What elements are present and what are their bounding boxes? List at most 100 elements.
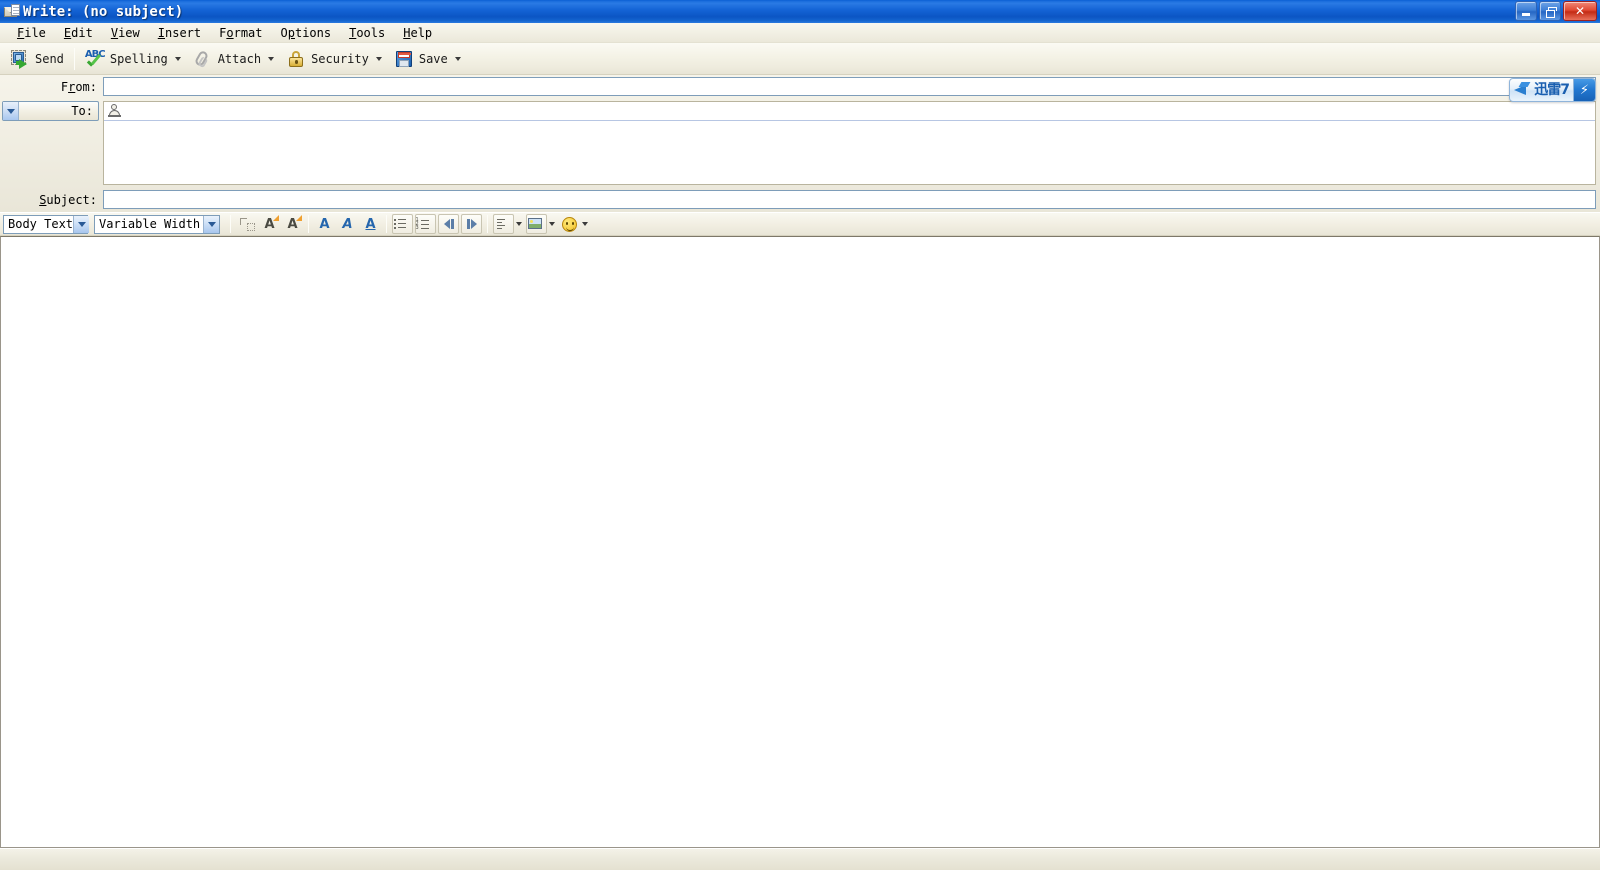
subject-input[interactable] (103, 190, 1596, 209)
format-separator (386, 215, 387, 233)
menu-item-help[interactable]: Help (394, 25, 441, 41)
save-label: Save (418, 51, 448, 66)
formatting-toolbar: Body Text Variable Width A A A A A 1 2 3 (0, 212, 1600, 236)
align-dropdown-arrow-icon[interactable] (516, 222, 522, 226)
italic-icon: A (342, 216, 353, 232)
contact-person-icon[interactable] (108, 103, 128, 119)
send-label: Send (35, 51, 64, 66)
title-bar: Write: (no subject) ✕ (0, 0, 1600, 23)
main-toolbar: Send ABC Spelling Attach Security Save (0, 43, 1600, 75)
numbered-list-icon: 1 2 3 (416, 218, 436, 231)
send-icon (10, 49, 30, 69)
save-button[interactable]: Save (389, 46, 468, 72)
spellcheck-icon: ABC (85, 49, 106, 69)
floppy-disk-icon (394, 49, 414, 69)
to-row: To: (0, 101, 1600, 185)
minimize-button[interactable] (1515, 1, 1537, 21)
subject-row: Subject: (0, 190, 1600, 212)
security-button[interactable]: Security (281, 46, 389, 72)
spelling-label: Spelling (109, 51, 168, 66)
smiley-dropdown-arrow-icon[interactable] (582, 222, 588, 226)
attach-label: Attach (217, 51, 262, 66)
menu-item-file[interactable]: File (8, 25, 55, 41)
menu-item-edit[interactable]: Edit (55, 25, 102, 41)
numbered-list-button[interactable]: 1 2 3 (415, 214, 436, 234)
menu-item-view[interactable]: View (102, 25, 149, 41)
send-button[interactable]: Send (5, 46, 69, 72)
to-input-row[interactable] (104, 102, 1595, 121)
menu-item-insert[interactable]: Insert (149, 25, 210, 41)
align-left-icon (494, 218, 514, 230)
smiley-button[interactable] (559, 214, 580, 234)
underline-icon: A (365, 216, 376, 232)
format-separator (487, 215, 488, 233)
font-family-value: Variable Width (99, 217, 201, 231)
status-bar (0, 848, 1600, 870)
to-field-type-button[interactable]: To: (2, 101, 99, 121)
save-dropdown-arrow-icon[interactable] (454, 56, 461, 61)
italic-button[interactable]: A (337, 214, 358, 234)
menu-item-options[interactable]: Options (272, 25, 341, 41)
format-separator (230, 215, 231, 233)
window-title: Write: (no subject) (23, 4, 184, 20)
restore-icon (1545, 6, 1557, 18)
text-color-icon: A (264, 214, 279, 231)
chevron-down-icon[interactable] (73, 215, 90, 233)
subject-label: Subject: (39, 193, 97, 207)
discontinuous-selection-button[interactable] (236, 214, 257, 234)
paragraph-style-value: Body Text (8, 217, 74, 231)
discontinuous-selection-icon (237, 214, 257, 234)
spelling-dropdown-arrow-icon[interactable] (174, 56, 181, 61)
highlight-color-icon: A (287, 214, 302, 231)
message-body-editor[interactable] (1, 237, 1599, 847)
paragraph-style-select[interactable]: Body Text (3, 214, 90, 234)
from-input[interactable] (103, 77, 1596, 96)
xunlei-bolt-button[interactable]: ⚡ (1573, 79, 1595, 101)
compose-message-icon (3, 3, 21, 20)
align-button[interactable] (493, 214, 514, 234)
window-controls: ✕ (1515, 1, 1597, 21)
chevron-down-icon[interactable] (203, 215, 219, 233)
paperclip-icon (193, 49, 213, 69)
security-dropdown-arrow-icon[interactable] (375, 56, 382, 61)
insert-image-button[interactable] (526, 214, 547, 234)
from-row: From: (0, 77, 1600, 96)
format-separator (308, 215, 309, 233)
bulleted-list-icon (393, 218, 413, 230)
font-family-select[interactable]: Variable Width (94, 214, 220, 234)
recipients-area[interactable] (103, 101, 1596, 185)
bullet-list-button[interactable] (392, 214, 413, 234)
attach-dropdown-arrow-icon[interactable] (268, 56, 275, 61)
xunlei-download-widget[interactable]: 迅雷7 ⚡ (1509, 78, 1596, 102)
message-body-container (0, 236, 1600, 848)
close-icon: ✕ (1574, 4, 1586, 18)
restore-button[interactable] (1539, 1, 1561, 21)
to-label: To: (71, 104, 93, 118)
menu-item-tools[interactable]: Tools (340, 25, 394, 41)
text-color-button[interactable]: A (259, 214, 280, 234)
indent-icon (466, 219, 477, 229)
insert-image-dropdown-arrow-icon[interactable] (549, 222, 555, 226)
bold-button[interactable]: A (314, 214, 335, 234)
spelling-button[interactable]: ABC Spelling (80, 46, 188, 72)
close-button[interactable]: ✕ (1563, 1, 1597, 21)
indent-button[interactable] (461, 214, 482, 234)
xunlei-label: 迅雷7 (1534, 82, 1570, 98)
attach-button[interactable]: Attach (188, 46, 281, 72)
chevron-down-icon[interactable] (3, 102, 19, 120)
security-label: Security (311, 51, 369, 66)
highlight-color-button[interactable]: A (282, 214, 303, 234)
xunlei-bird-icon (1514, 80, 1532, 100)
underline-button[interactable]: A (360, 214, 381, 234)
message-headers: From: To: Subject: 迅雷7 ⚡ (0, 75, 1600, 212)
lock-icon (286, 49, 306, 69)
write-message-window: Write: (no subject) ✕ File Edit View Ins… (0, 0, 1600, 870)
bold-icon: A (319, 216, 330, 232)
smiley-icon (562, 216, 577, 232)
toolbar-separator (73, 47, 75, 70)
menu-item-format[interactable]: Format (210, 25, 271, 41)
picture-icon (527, 216, 547, 232)
menu-bar: File Edit View Insert Format Options Too… (0, 23, 1600, 43)
outdent-button[interactable] (438, 214, 459, 234)
lightning-bolt-icon: ⚡ (1579, 82, 1590, 98)
